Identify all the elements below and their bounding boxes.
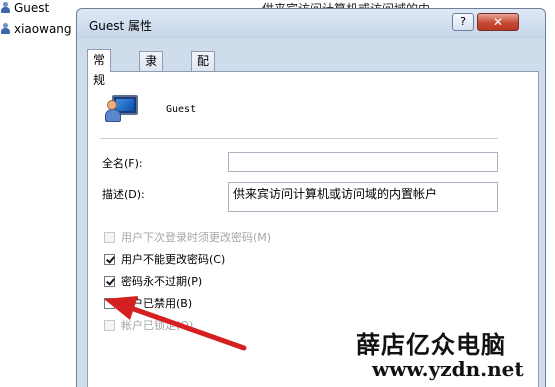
- tab-general[interactable]: 常规: [87, 49, 112, 87]
- watermark-title: 薛店亿众电脑: [356, 330, 506, 359]
- watermark-url: www.yzdn.net: [372, 357, 524, 381]
